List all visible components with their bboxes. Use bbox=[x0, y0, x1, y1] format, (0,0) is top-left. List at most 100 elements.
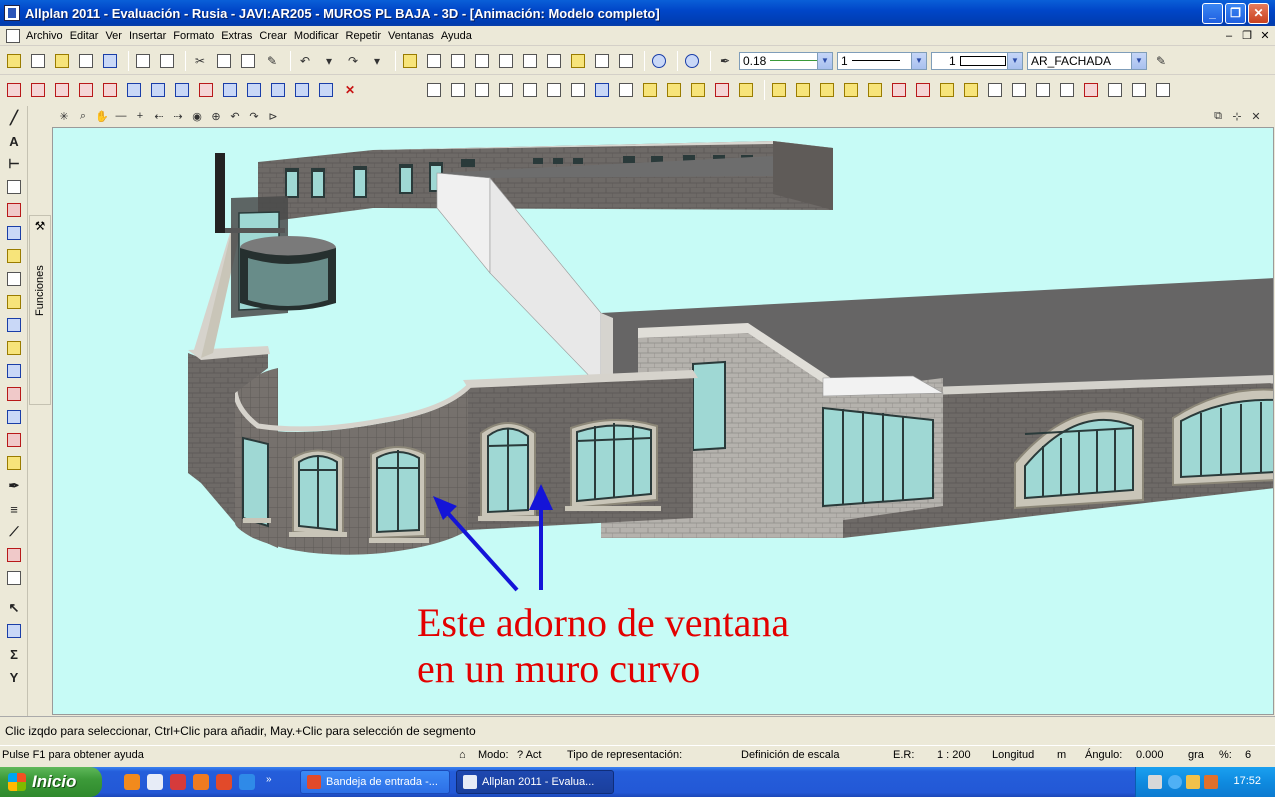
pen-thickness-select[interactable]: 0.18 ▼ bbox=[739, 51, 833, 70]
help-icon[interactable] bbox=[682, 51, 702, 71]
image-icon[interactable] bbox=[544, 51, 564, 71]
firefox-quicklaunch-icon[interactable] bbox=[124, 774, 140, 790]
element-tool-icon[interactable] bbox=[3, 176, 25, 198]
abc-text-icon[interactable] bbox=[448, 80, 468, 100]
quicklaunch-more-icon[interactable]: » bbox=[266, 774, 276, 790]
open-project-icon[interactable] bbox=[4, 51, 24, 71]
menu-modificar[interactable]: Modificar bbox=[294, 30, 345, 42]
step-icon[interactable] bbox=[793, 80, 813, 100]
menu-ver[interactable]: Ver bbox=[105, 30, 128, 42]
scale-definition[interactable]: Definición de escala bbox=[741, 749, 839, 761]
line-color-select[interactable]: 1 ▼ bbox=[931, 51, 1023, 70]
label-icon[interactable] bbox=[1009, 80, 1029, 100]
step-4-icon[interactable] bbox=[865, 80, 885, 100]
zoom-in-icon[interactable]: + bbox=[132, 108, 148, 124]
paste-icon[interactable] bbox=[238, 51, 258, 71]
page-icon[interactable] bbox=[544, 80, 564, 100]
pencil-tool-icon[interactable] bbox=[3, 199, 25, 221]
format-properties-icon[interactable]: ✎ bbox=[1151, 51, 1171, 71]
move-element-icon[interactable] bbox=[172, 80, 192, 100]
window-tile-icon[interactable]: ⧉ bbox=[1210, 108, 1226, 124]
copy-icon[interactable] bbox=[214, 51, 234, 71]
text-style-icon[interactable] bbox=[424, 80, 444, 100]
angle-value[interactable]: 0.000 bbox=[1136, 749, 1164, 761]
plot-icon[interactable] bbox=[76, 51, 96, 71]
menu-insertar[interactable]: Insertar bbox=[129, 30, 172, 42]
number-text-icon[interactable] bbox=[472, 80, 492, 100]
layer-icon[interactable] bbox=[448, 51, 468, 71]
chevron-down-icon[interactable]: ▼ bbox=[817, 52, 832, 69]
cut-icon[interactable]: ✂ bbox=[190, 51, 210, 71]
furniture-icon[interactable] bbox=[712, 80, 732, 100]
menu-ayuda[interactable]: Ayuda bbox=[441, 30, 478, 42]
percent-value[interactable]: 6 bbox=[1245, 749, 1251, 761]
close-button[interactable]: ✕ bbox=[1248, 2, 1269, 24]
browser-quicklaunch-icon[interactable] bbox=[193, 774, 209, 790]
ie-quicklaunch-icon[interactable] bbox=[239, 774, 255, 790]
menu-editar[interactable]: Editar bbox=[70, 30, 105, 42]
list-tool-icon[interactable]: ≡ bbox=[3, 498, 25, 520]
task-allplan[interactable]: Allplan 2011 - Evalua... bbox=[456, 770, 614, 794]
undo-dropdown-icon[interactable]: ▾ bbox=[319, 51, 339, 71]
scale-element-icon[interactable] bbox=[244, 80, 264, 100]
bucket-tool-icon[interactable] bbox=[3, 360, 25, 382]
numbering-icon[interactable] bbox=[937, 80, 957, 100]
pin-icon[interactable]: ⊳ bbox=[265, 108, 281, 124]
angle-unit[interactable]: gra bbox=[1188, 749, 1204, 761]
viewport-close-icon[interactable]: ✕ bbox=[1248, 108, 1264, 124]
chevron-down-icon[interactable]: ▼ bbox=[1007, 52, 1022, 69]
mdi-minimize-button[interactable]: – bbox=[1221, 28, 1237, 44]
stair-edit-tool-icon[interactable] bbox=[3, 452, 25, 474]
grid-icon[interactable] bbox=[496, 80, 516, 100]
network-icon[interactable] bbox=[1168, 775, 1182, 789]
line-type-select[interactable]: 1 ▼ bbox=[837, 51, 927, 70]
sum-icon[interactable]: Σ bbox=[3, 643, 25, 665]
chevron-down-icon[interactable]: ▼ bbox=[1131, 52, 1146, 69]
arc-icon[interactable] bbox=[640, 80, 660, 100]
text-tool-icon[interactable]: A bbox=[3, 130, 25, 152]
step-2-icon[interactable] bbox=[817, 80, 837, 100]
previous-view-icon[interactable]: ⇠ bbox=[151, 108, 167, 124]
split-view-icon[interactable]: ⊹ bbox=[1229, 108, 1245, 124]
redo-view-icon[interactable]: ↷ bbox=[246, 108, 262, 124]
spell-check-icon[interactable] bbox=[913, 80, 933, 100]
er-value[interactable]: 1 : 200 bbox=[937, 749, 971, 761]
highlighter-tool-icon[interactable] bbox=[3, 245, 25, 267]
length-unit[interactable]: m bbox=[1057, 749, 1066, 761]
globe-icon[interactable] bbox=[649, 51, 669, 71]
zoom-out-icon[interactable]: — bbox=[113, 108, 129, 124]
group-element-icon[interactable] bbox=[292, 80, 312, 100]
mail-quicklaunch-icon[interactable] bbox=[216, 774, 232, 790]
menu-crear[interactable]: Crear bbox=[259, 30, 293, 42]
rotate-element-icon[interactable] bbox=[196, 80, 216, 100]
orbit-icon[interactable]: ⊕ bbox=[208, 108, 224, 124]
dimension-tool-icon[interactable]: ⊢ bbox=[3, 153, 25, 175]
transfer-icon[interactable] bbox=[1153, 80, 1173, 100]
minimize-button[interactable]: _ bbox=[1202, 2, 1223, 24]
texture-icon[interactable] bbox=[1081, 80, 1101, 100]
fileset-icon[interactable] bbox=[496, 51, 516, 71]
undo-icon[interactable]: ↶ bbox=[295, 51, 315, 71]
stair-tool-icon[interactable] bbox=[3, 291, 25, 313]
menu-extras[interactable]: Extras bbox=[221, 30, 258, 42]
attribute-icon[interactable] bbox=[592, 80, 612, 100]
link-icon[interactable] bbox=[616, 80, 636, 100]
asterisk-icon[interactable]: ✳ bbox=[56, 108, 72, 124]
label-tool-icon[interactable] bbox=[3, 268, 25, 290]
strike-tool-icon[interactable] bbox=[3, 544, 25, 566]
mdi-restore-button[interactable]: ❐ bbox=[1239, 28, 1255, 44]
stair-icon[interactable] bbox=[769, 80, 789, 100]
hatch-lines-icon[interactable] bbox=[76, 80, 96, 100]
keyboard-icon[interactable] bbox=[1148, 775, 1162, 789]
layer-tool-icon[interactable] bbox=[3, 314, 25, 336]
cube-tool-icon[interactable] bbox=[3, 383, 25, 405]
pen-yellow-tool-icon[interactable] bbox=[3, 337, 25, 359]
redo-dropdown-icon[interactable]: ▾ bbox=[367, 51, 387, 71]
mdi-close-button[interactable]: ✕ bbox=[1257, 28, 1273, 44]
pen-tool-icon[interactable] bbox=[736, 80, 756, 100]
menu-ventanas[interactable]: Ventanas bbox=[388, 30, 440, 42]
sort-tool-icon[interactable] bbox=[3, 406, 25, 428]
new-file-icon[interactable] bbox=[28, 51, 48, 71]
delete-icon[interactable]: ✕ bbox=[340, 80, 360, 100]
folder-tools-icon[interactable] bbox=[568, 51, 588, 71]
